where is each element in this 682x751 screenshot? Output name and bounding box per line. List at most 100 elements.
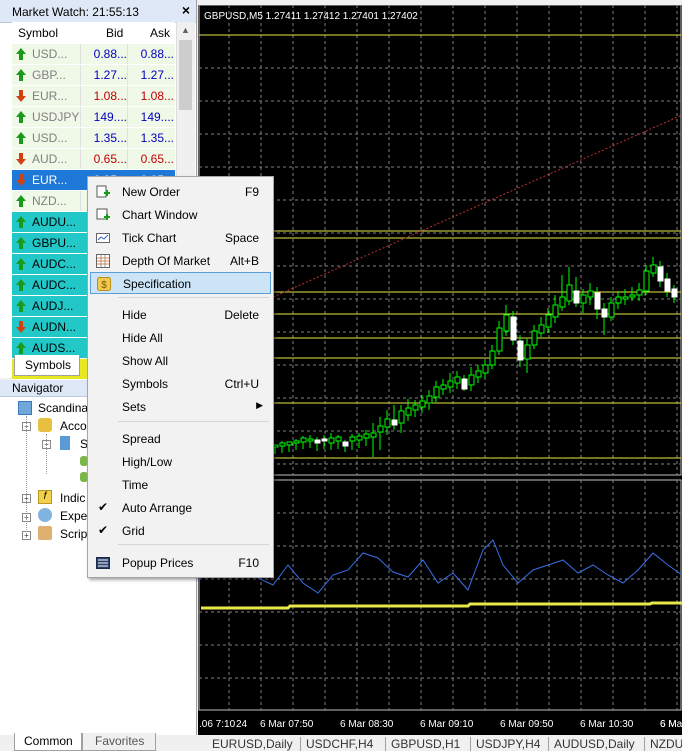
candle-body (531, 330, 538, 346)
candle-body (475, 370, 482, 378)
tab-divider (644, 737, 645, 751)
tab-symbols[interactable]: Symbols (14, 355, 80, 376)
trend-line (272, 114, 682, 298)
tree-line (26, 416, 27, 534)
bid-value: 149.... (93, 110, 127, 124)
symbol-column-header[interactable]: Symbol (18, 26, 58, 40)
candle-body (510, 316, 517, 341)
chart-tab[interactable]: NZDU (650, 737, 682, 751)
menu-item-tick-chart[interactable]: Tick Chart Space (90, 227, 271, 249)
accounts-icon (38, 418, 52, 432)
context-menu: New Order F9 Chart Window Tick Chart Space De… (87, 176, 274, 578)
candle-body (391, 419, 398, 426)
symbol-name: AUDC... (32, 278, 77, 292)
scroll-up-icon[interactable]: ▲ (181, 25, 190, 35)
candle-body (671, 288, 678, 298)
candle-body (300, 437, 307, 443)
menu-item-new-order[interactable]: New Order F9 (90, 181, 271, 203)
candle-body (629, 294, 636, 298)
candle-body (328, 437, 335, 444)
market-watch-title: Market Watch: 21:55:13 (12, 5, 139, 19)
bid-column-header[interactable]: Bid (106, 26, 123, 40)
menu-item-popup-prices[interactable]: Popup Prices F10 (90, 552, 271, 574)
menu-item-label: Tick Chart (122, 231, 177, 245)
navigator-indicators[interactable]: Indic (60, 491, 85, 505)
menu-item-label: Spread (122, 432, 161, 446)
navigator-scripts[interactable]: Scrip (60, 527, 87, 541)
tab-favorites-label: Favorites (95, 734, 145, 748)
arrow-up-icon (16, 216, 26, 228)
candle-body (412, 404, 419, 411)
chart-tab[interactable]: USDCHF,H4 (306, 737, 373, 751)
time-axis-label: 6 Mar 10:30 (580, 719, 634, 730)
navigator-root[interactable]: Scandina (38, 401, 88, 415)
close-icon[interactable]: × (182, 2, 190, 18)
candle-body (314, 439, 321, 444)
chart-tabs: EURUSD,Daily USDCHF,H4 GBPUSD,H1 USDJPY,H4 A… (198, 737, 682, 751)
market-watch-row[interactable]: USDJPY 149.... 149.... (12, 107, 175, 128)
menu-item-label: Auto Arrange (122, 501, 193, 515)
menu-item-symbols[interactable]: Symbols Ctrl+U (90, 373, 271, 395)
arrow-up-icon (16, 48, 26, 60)
server-icon (60, 436, 70, 450)
market-watch-row[interactable]: EUR... 1.08... 1.08... (12, 86, 175, 107)
menu-item-depth-of-market[interactable]: Depth Of Market Alt+B (90, 250, 271, 272)
candle-body (349, 436, 356, 442)
menu-item-time[interactable]: Time (90, 474, 271, 496)
tree-line (46, 434, 47, 474)
symbol-name: AUDU... (32, 215, 77, 229)
chart-tab[interactable]: EURUSD,Daily (212, 737, 293, 751)
navigator-tabs: Common Favorites (14, 733, 196, 751)
candle-body (461, 378, 468, 390)
arrow-down-icon (16, 321, 26, 333)
tab-common[interactable]: Common (14, 733, 82, 751)
navigator-accounts[interactable]: Acco (60, 419, 87, 433)
menu-item-high-low[interactable]: High/Low (90, 451, 271, 473)
specification-icon: $ (97, 277, 111, 291)
symbol-name: AUDN... (32, 320, 77, 334)
time-axis-label: .06 7:10 (199, 719, 236, 730)
chart-tab[interactable]: GBPUSD,H1 (391, 737, 460, 751)
market-watch-row[interactable]: USD... 0.88... 0.88... (12, 44, 175, 65)
candle-body (657, 266, 664, 282)
chart-tab[interactable]: AUDUSD,Daily (554, 737, 635, 751)
menu-item-hide-all[interactable]: Hide All (90, 327, 271, 349)
menu-item-chart-window[interactable]: Chart Window (90, 204, 271, 226)
svg-text:$: $ (101, 280, 107, 291)
arrow-down-icon (16, 153, 26, 165)
menu-item-label: New Order (122, 185, 181, 199)
menu-item-sets[interactable]: Sets ▶ (90, 396, 271, 418)
candle-body (279, 442, 286, 447)
candle-body (433, 386, 440, 398)
candle-body (573, 290, 580, 304)
menu-item-grid[interactable]: ✔ Grid (90, 520, 271, 542)
candle-body (580, 294, 587, 304)
market-watch-row[interactable]: GBP... 1.27... 1.27... (12, 65, 175, 86)
symbol-name: AUD... (32, 152, 68, 166)
tab-favorites[interactable]: Favorites (82, 733, 156, 751)
menu-item-auto-arrange[interactable]: ✔ Auto Arrange (90, 497, 271, 519)
candle-body (426, 395, 433, 404)
candle-body (601, 308, 608, 318)
market-watch-row[interactable]: AUD... 0.65... 0.65... (12, 149, 175, 170)
arrow-up-icon (16, 300, 26, 312)
arrow-up-icon (16, 69, 26, 81)
menu-item-specification[interactable]: $ Specification (90, 272, 271, 294)
market-watch-row[interactable]: USD... 1.35... 1.35... (12, 128, 175, 149)
chart-tab[interactable]: USDJPY,H4 (476, 737, 540, 751)
menu-item-show-all[interactable]: Show All (90, 350, 271, 372)
navigator-experts[interactable]: Expe (60, 509, 87, 523)
candle-body (356, 435, 363, 441)
menu-item-label: Symbols (122, 377, 169, 391)
ask-column-header[interactable]: Ask (150, 26, 170, 40)
menu-item-label: Specification (123, 277, 192, 291)
arrow-up-icon (16, 237, 26, 249)
tab-divider (385, 737, 386, 751)
indicators-icon: f (38, 490, 52, 504)
candle-body (370, 432, 377, 438)
arrow-up-icon (16, 258, 26, 270)
menu-item-hide[interactable]: Hide Delete (90, 304, 271, 326)
scrollbar-thumb[interactable] (179, 40, 192, 110)
menu-item-spread[interactable]: Spread (90, 428, 271, 450)
tab-divider (470, 737, 471, 751)
